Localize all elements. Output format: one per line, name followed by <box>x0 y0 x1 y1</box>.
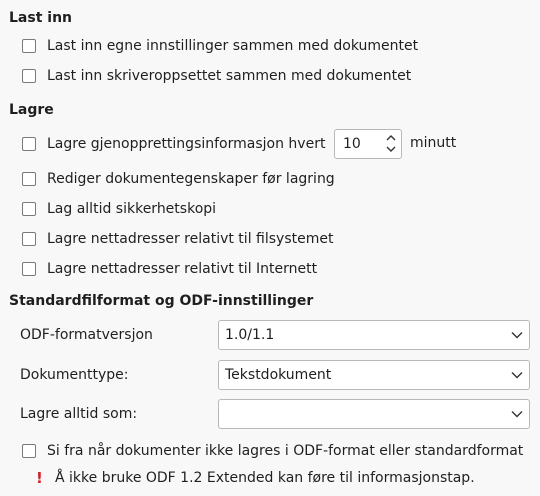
formats-heading: Standardfilformat og ODF-innstillinger <box>9 293 314 309</box>
checkbox-box[interactable] <box>22 69 36 83</box>
select-value: Tekstdokument <box>225 367 332 383</box>
autorecovery-unit-label: minutt <box>410 135 457 151</box>
select-value: 1.0/1.1 <box>225 327 275 343</box>
checkbox-box[interactable] <box>22 232 36 246</box>
odf-warning-text: Å ikke bruke ODF 1.2 Extended kan føre t… <box>55 470 475 486</box>
relative-internet-urls-checkbox[interactable]: Lagre nettadresser relativt til Internet… <box>22 260 317 278</box>
checkbox-label: Lag alltid sikkerhetskopi <box>47 201 217 217</box>
checkbox-box[interactable] <box>22 137 36 151</box>
document-type-label: Dokumenttype: <box>20 367 129 383</box>
checkbox-label: Last inn egne innstillinger sammen med d… <box>47 38 419 54</box>
chevron-down-icon[interactable] <box>385 144 397 154</box>
autorecovery-interval-spinbox[interactable]: 10 <box>334 129 402 159</box>
load-user-settings-checkbox[interactable]: Last inn egne innstillinger sammen med d… <box>22 37 418 55</box>
chevron-down-icon[interactable] <box>511 331 523 339</box>
checkbox-label: Rediger dokumentegenskaper før lagring <box>47 171 335 187</box>
always-save-as-label: Lagre alltid som: <box>20 406 138 422</box>
odf-version-select[interactable]: 1.0/1.1 <box>218 320 530 350</box>
chevron-down-icon[interactable] <box>511 371 523 379</box>
save-heading: Lagre <box>9 102 54 118</box>
load-printer-settings-checkbox[interactable]: Last inn skriveroppsettet sammen med dok… <box>22 67 411 85</box>
chevron-up-icon[interactable] <box>385 133 397 143</box>
autorecovery-checkbox[interactable]: Lagre gjenopprettingsinformasjon hvert <box>22 135 325 153</box>
checkbox-label: Lagre gjenopprettingsinformasjon hvert <box>47 136 326 152</box>
checkbox-box[interactable] <box>22 202 36 216</box>
checkbox-box[interactable] <box>22 172 36 186</box>
checkbox-box[interactable] <box>22 444 36 458</box>
checkbox-label: Lagre nettadresser relativt til filsyste… <box>47 231 334 247</box>
odf-version-label: ODF-formatversjon <box>20 327 153 343</box>
checkbox-label: Si fra når dokumenter ikke lagres i ODF-… <box>47 443 524 459</box>
exclamation-icon: ! <box>36 469 43 487</box>
warn-not-odf-checkbox[interactable]: Si fra når dokumenter ikke lagres i ODF-… <box>22 442 523 460</box>
checkbox-box[interactable] <box>22 39 36 53</box>
checkbox-label: Lagre nettadresser relativt til Internet… <box>47 261 318 277</box>
checkbox-label: Last inn skriveroppsettet sammen med dok… <box>47 68 412 84</box>
always-backup-checkbox[interactable]: Lag alltid sikkerhetskopi <box>22 200 216 218</box>
edit-properties-checkbox[interactable]: Rediger dokumentegenskaper før lagring <box>22 170 335 188</box>
checkbox-box[interactable] <box>22 262 36 276</box>
chevron-down-icon[interactable] <box>511 410 523 418</box>
document-type-select[interactable]: Tekstdokument <box>218 360 530 390</box>
spinbox-value[interactable]: 10 <box>343 136 361 152</box>
always-save-as-select[interactable] <box>218 399 530 429</box>
load-heading: Last inn <box>9 10 72 26</box>
relative-filesystem-urls-checkbox[interactable]: Lagre nettadresser relativt til filsyste… <box>22 230 333 248</box>
